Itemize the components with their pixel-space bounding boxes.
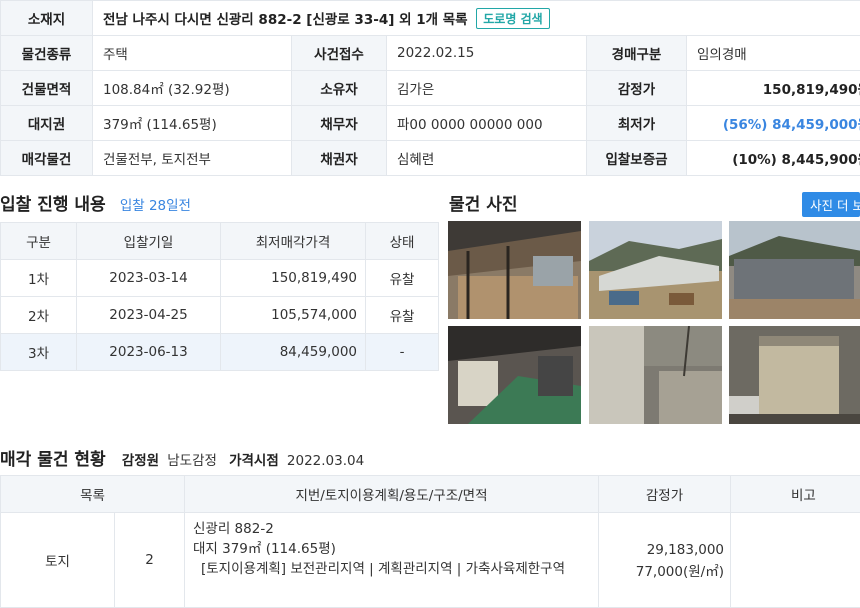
appraiser-value: 남도감정 <box>167 453 217 469</box>
info-label: 입찰보증금 <box>587 141 687 176</box>
property-photo[interactable] <box>729 326 860 424</box>
sale-section-header: 매각 물건 현황 감정원 남도감정 가격시점 2022.03.04 <box>0 445 364 470</box>
owner-value: 김가은 <box>387 71 587 106</box>
case-date-value: 2022.02.15 <box>387 36 587 71</box>
land-right-value: 379㎡ (114.65평) <box>93 106 292 141</box>
item-address: 신광리 882-2 <box>193 519 590 539</box>
info-label: 채무자 <box>292 106 387 141</box>
auction-type-value: 임의경매 <box>687 36 860 71</box>
table-row: 1차 2023-03-14 150,819,490 유찰 <box>1 260 439 297</box>
bid-days-left: 입찰 28일전 <box>120 198 191 214</box>
date-cell: 2023-04-25 <box>77 297 221 334</box>
property-photo[interactable] <box>448 326 581 424</box>
property-photo[interactable] <box>448 221 581 319</box>
sale-items-value: 건물전부, 토지전부 <box>93 141 292 176</box>
item-area: 대지 379㎡ (114.65평) <box>193 539 590 559</box>
item-note-cell <box>731 513 860 608</box>
bid-history-table: 구분 입찰기일 최저매각가격 상태 1차 2023-03-14 150,819,… <box>0 222 439 371</box>
info-label: 경매구분 <box>587 36 687 71</box>
photos-section-title: 물건 사진 <box>449 190 517 215</box>
info-label: 채권자 <box>292 141 387 176</box>
table-row: 2차 2023-04-25 105,574,000 유찰 <box>1 297 439 334</box>
price-date-label: 가격시점 <box>229 453 279 469</box>
more-photos-clip: 사진 더 보기 <box>802 192 860 217</box>
property-info-table: 소재지 전남 나주시 다시면 신광리 882-2 [신광로 33-4] 외 1개… <box>0 0 860 176</box>
column-header: 목록 <box>1 476 185 513</box>
status-cell: 유찰 <box>366 260 439 297</box>
price-cell: 105,574,000 <box>221 297 366 334</box>
item-price: 29,183,000 <box>600 539 724 561</box>
info-label: 물건종류 <box>1 36 93 71</box>
bid-deposit-value: (10%) 8,445,900원 <box>687 141 860 176</box>
sale-items-table: 목록 지번/토지이용계획/용도/구조/면적 감정가 비고 토지 2 신광리 88… <box>0 475 860 608</box>
appraiser-label: 감정원 <box>122 453 159 469</box>
info-label: 건물면적 <box>1 71 93 106</box>
price-cell: 150,819,490 <box>221 260 366 297</box>
property-photo[interactable] <box>729 221 860 319</box>
property-photo[interactable] <box>589 221 722 319</box>
debtor-value: 파00 0000 00000 000 <box>387 106 587 141</box>
bid-section-title: 입찰 진행 내용 <box>0 195 106 215</box>
item-detail-cell: 신광리 882-2 대지 379㎡ (114.65평) [토지이용계획] 보전관… <box>185 513 599 608</box>
column-header: 최저매각가격 <box>221 223 366 260</box>
round-cell: 2차 <box>1 297 77 334</box>
item-land-plan: [토지이용계획] 보전관리지역 | 계획관리지역 | 가축사육제한구역 <box>193 559 590 579</box>
appraisal-price-value: 150,819,490원 <box>687 71 860 106</box>
column-header: 비고 <box>731 476 860 513</box>
item-price-cell: 29,183,000 77,000(원/㎡) <box>599 513 731 608</box>
item-unit-price: 77,000(원/㎡) <box>600 561 724 583</box>
round-cell: 3차 <box>1 334 77 371</box>
location-value: 전남 나주시 다시면 신광리 882-2 [신광로 33-4] 외 1개 목록 <box>103 12 468 28</box>
bid-section-header: 입찰 진행 내용 입찰 28일전 <box>0 190 191 215</box>
price-date-value: 2022.03.04 <box>287 453 364 469</box>
info-label: 감정가 <box>587 71 687 106</box>
date-cell: 2023-03-14 <box>77 260 221 297</box>
info-label: 매각물건 <box>1 141 93 176</box>
property-photo[interactable] <box>589 326 722 424</box>
info-label: 사건접수 <box>292 36 387 71</box>
status-cell: - <box>366 334 439 371</box>
location-label: 소재지 <box>1 1 93 36</box>
creditor-value: 심혜련 <box>387 141 587 176</box>
date-cell: 2023-06-13 <box>77 334 221 371</box>
property-type-value: 주택 <box>93 36 292 71</box>
info-label: 대지권 <box>1 106 93 141</box>
price-cell: 84,459,000 <box>221 334 366 371</box>
column-header: 상태 <box>366 223 439 260</box>
info-label: 소유자 <box>292 71 387 106</box>
more-photos-button[interactable]: 사진 더 보기 <box>802 192 860 217</box>
sale-section-title: 매각 물건 현황 <box>0 450 106 470</box>
status-cell: 유찰 <box>366 297 439 334</box>
column-header: 감정가 <box>599 476 731 513</box>
column-header: 지번/토지이용계획/용도/구조/면적 <box>185 476 599 513</box>
road-name-search-button[interactable]: 도로명 검색 <box>476 8 549 29</box>
info-label: 최저가 <box>587 106 687 141</box>
item-number-cell: 2 <box>115 513 185 608</box>
building-area-value: 108.84㎡ (32.92평) <box>93 71 292 106</box>
minimum-price-value: (56%) 84,459,000원 <box>687 106 860 141</box>
table-row: 토지 2 신광리 882-2 대지 379㎡ (114.65평) [토지이용계획… <box>1 513 860 608</box>
column-header: 입찰기일 <box>77 223 221 260</box>
table-row-current: 3차 2023-06-13 84,459,000 - <box>1 334 439 371</box>
item-type-cell: 토지 <box>1 513 115 608</box>
column-header: 구분 <box>1 223 77 260</box>
round-cell: 1차 <box>1 260 77 297</box>
